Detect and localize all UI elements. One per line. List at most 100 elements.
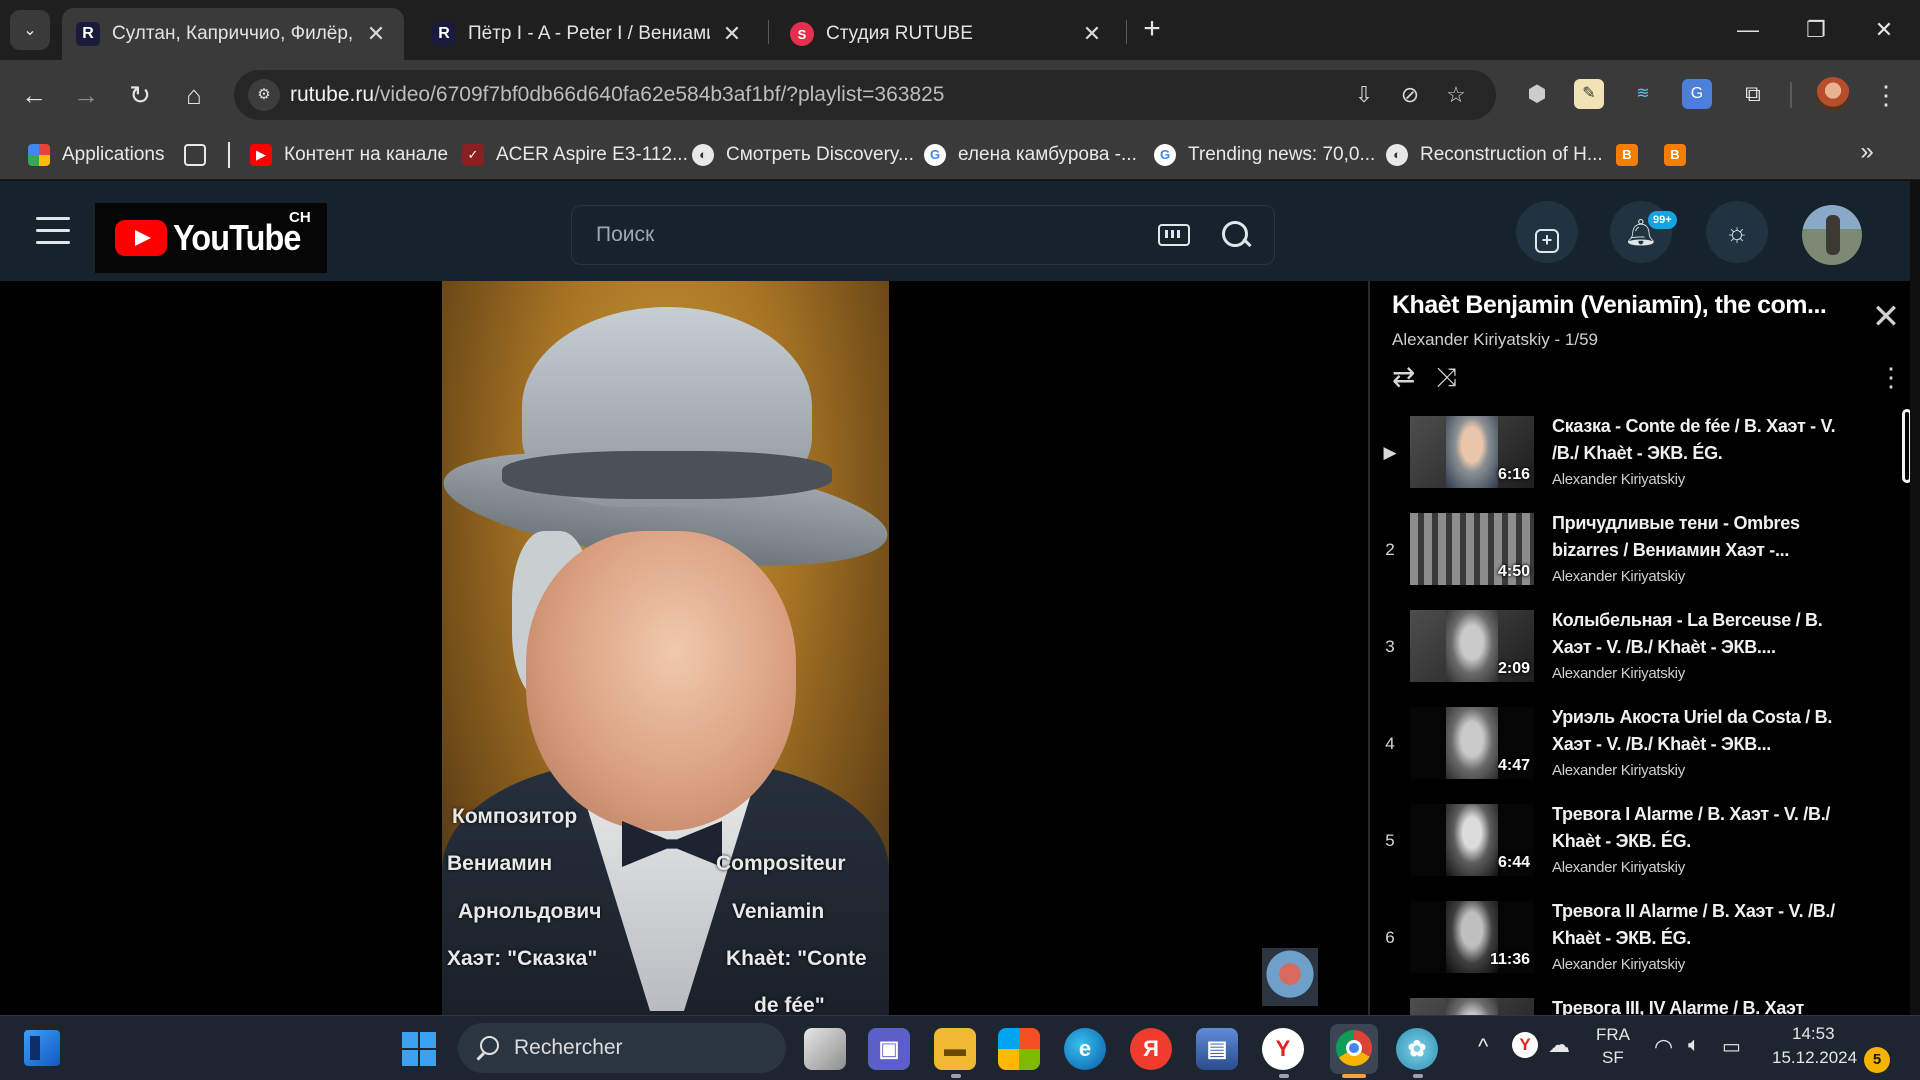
upload-button[interactable]: + <box>1516 201 1578 263</box>
tab-close-icon[interactable]: ✕ <box>1078 21 1106 47</box>
address-bar[interactable]: ⚙ rutube.ru/video/6709f7bf0db66d640fa62e… <box>234 70 1496 120</box>
playlist-item-index: 5 <box>1385 831 1395 850</box>
bookmark-discovery[interactable]: ◐ Смотреть Discovery... <box>692 140 914 170</box>
theme-toggle-button[interactable]: ☼ <box>1706 201 1768 263</box>
extension-translate-icon[interactable]: ≋ <box>1628 79 1658 109</box>
blogger-icon: B <box>1616 144 1638 166</box>
remote-desktop-icon[interactable]: ▤ <box>1196 1028 1238 1070</box>
extensions-puzzle-icon[interactable]: ⧉ <box>1738 79 1768 109</box>
bookmarks-overflow-chevron-icon[interactable]: » <box>1852 138 1882 170</box>
bookmark-blogger-2[interactable]: B <box>1664 140 1698 170</box>
site-info-tune-icon[interactable]: ⚙ <box>248 79 280 111</box>
tray-cloud-icon[interactable]: ☁ <box>1548 1032 1570 1058</box>
window-minimize-button[interactable]: — <box>1718 8 1778 52</box>
wifi-icon[interactable]: ◠ <box>1654 1034 1673 1060</box>
playlist-item[interactable]: 4 4:47 Уриэль Акоста Uriel da Costa / В.… <box>1370 704 1890 798</box>
language-indicator[interactable]: FRA <box>1596 1025 1630 1045</box>
playlist-item[interactable]: 5 6:44 Тревога I Alarme / В. Хаэт - V. /… <box>1370 801 1890 895</box>
bookmark-reconstruction[interactable]: ◐ Reconstruction of H... <box>1386 140 1603 170</box>
teams-icon[interactable]: ▣ <box>868 1028 910 1070</box>
playlist-thumbnail: 4:47 <box>1410 707 1534 779</box>
search-input[interactable] <box>596 223 1116 247</box>
bookmark-acer[interactable]: ✓ ACER Aspire E3-112... <box>462 140 688 170</box>
tray-chevron-up-icon[interactable]: ^ <box>1478 1034 1488 1060</box>
rutube-studio-favicon-icon: S <box>790 22 814 46</box>
playlist-thumbnail <box>1410 998 1534 1015</box>
bookmark-trending[interactable]: G Trending news: 70,0... <box>1154 140 1375 170</box>
bookmark-kamburova[interactable]: G елена камбурова -... <box>924 140 1137 170</box>
bookmark-star-icon[interactable]: ☆ <box>1442 81 1470 109</box>
tab-search-chevron-icon[interactable]: ⌄ <box>10 10 50 50</box>
battery-icon[interactable]: ▭ <box>1722 1034 1741 1059</box>
notification-count-badge[interactable]: 5 <box>1864 1047 1890 1073</box>
browser-menu-dots-icon[interactable]: ⋮ <box>1872 77 1900 113</box>
url-text[interactable]: rutube.ru/video/6709f7bf0db66d640fa62e58… <box>290 83 945 107</box>
clock-time[interactable]: 14:53 <box>1792 1024 1835 1044</box>
extension-note-icon[interactable]: ✎ <box>1574 79 1604 109</box>
playlist-item[interactable]: 6 11:36 Тревога II Alarme / В. Хаэт - V.… <box>1370 898 1890 992</box>
yandex-browser-icon[interactable]: Y <box>1262 1028 1304 1070</box>
edge-icon[interactable]: e <box>1064 1028 1106 1070</box>
playlist-item[interactable]: 2 4:50 Причудливые тени - Ombres bizarre… <box>1370 510 1890 604</box>
volume-icon[interactable]: 🔈︎ <box>1688 1034 1700 1057</box>
playlist-title[interactable]: Khaèt Benjamin (Veniamīn), the com... <box>1392 291 1852 320</box>
hamburger-menu-icon[interactable] <box>36 217 70 245</box>
tray-yandex-icon[interactable]: Y <box>1512 1032 1538 1058</box>
reload-icon[interactable]: ↻ <box>118 73 162 117</box>
bookmark-blogger-1[interactable]: B <box>1616 140 1650 170</box>
bookmark-applications[interactable]: Applications <box>28 140 164 170</box>
playlist-close-icon[interactable]: ✕ <box>1870 300 1902 334</box>
microsoft-store-icon[interactable] <box>998 1028 1040 1070</box>
clock-date[interactable]: 15.12.2024 <box>1772 1048 1857 1068</box>
eye-slash-icon[interactable]: ⊘ <box>1396 81 1424 109</box>
window-close-button[interactable]: ✕ <box>1854 8 1914 52</box>
tab-rutube-studio[interactable]: S Студия RUTUBE ✕ <box>776 8 1120 60</box>
profile-avatar[interactable] <box>1816 77 1850 111</box>
playlist-item-author: Alexander Kiriyatskiy <box>1552 762 1685 779</box>
extension-shield-icon[interactable]: ⬢ <box>1522 79 1552 109</box>
tab-close-icon[interactable]: ✕ <box>718 21 746 47</box>
bookmark-kontent[interactable]: ▶ Контент на канале <box>250 140 448 170</box>
playlist-more-dots-icon[interactable]: ⋮ <box>1878 361 1904 393</box>
chrome-taskbar-button[interactable] <box>1330 1024 1378 1074</box>
keyboard-icon[interactable] <box>1158 224 1190 246</box>
playlist-item[interactable]: ▶ 6:16 Сказка - Conte de fée / В. Хаэт -… <box>1370 413 1890 507</box>
notifications-button[interactable]: 🔔︎ 99+ <box>1610 201 1677 263</box>
tab-peter-i[interactable]: R Пётр I - A - Peter I / Вениамин ✕ <box>418 8 760 60</box>
tab-close-icon[interactable]: ✕ <box>362 21 390 47</box>
back-arrow-icon[interactable]: ← <box>12 73 56 117</box>
channel-watermark-avatar[interactable] <box>1262 948 1318 1006</box>
taskbar-search[interactable]: Rechercher <box>458 1023 786 1073</box>
task-view-icon[interactable] <box>804 1028 846 1070</box>
video-duration: 4:50 <box>1497 563 1530 580</box>
video-player[interactable]: Композитор Вениамин Арнольдович Хаэт: "С… <box>0 281 1368 1015</box>
search-icon[interactable] <box>1220 219 1252 251</box>
new-tab-plus-icon[interactable]: + <box>1136 12 1168 48</box>
caption-ru-line: Вениамин <box>447 852 553 875</box>
playlist-item-title: Тревога III, IV Alarme / В. Хаэт <box>1552 998 1804 1015</box>
file-explorer-icon[interactable]: ▬ <box>934 1028 976 1070</box>
yandex-icon[interactable]: Я <box>1130 1028 1172 1070</box>
windows-start-icon[interactable] <box>402 1032 436 1066</box>
shuffle-icon[interactable]: ⤨ <box>1436 361 1468 393</box>
google-translate-icon[interactable]: G <box>1682 79 1712 109</box>
repeat-icon[interactable]: ⇄ <box>1392 361 1424 393</box>
channel-logo[interactable]: YouTube CH <box>95 203 327 273</box>
window-restore-button[interactable]: ❐ <box>1786 8 1846 52</box>
playlist-thumbnail: 6:44 <box>1410 804 1534 876</box>
playlist-item[interactable]: 7 Тревога III, IV Alarme / В. Хаэт <box>1370 995 1890 1015</box>
tab-separator <box>1126 20 1127 44</box>
user-avatar[interactable] <box>1802 205 1862 265</box>
toolbar-divider <box>1790 82 1792 108</box>
home-icon[interactable]: ⌂ <box>172 73 216 117</box>
all-bookmarks-grid-icon[interactable] <box>184 140 218 170</box>
caption-ru-line: Хаэт: "Сказка" <box>447 947 598 970</box>
playlist-scrollbar[interactable] <box>1902 409 1910 483</box>
video-duration: 6:44 <box>1497 854 1530 871</box>
tab-active[interactable]: R Султан, Каприччио, Филёр, Та ✕ <box>62 8 404 60</box>
install-app-icon[interactable]: ⇩ <box>1350 81 1378 109</box>
widgets-icon[interactable] <box>24 1030 60 1066</box>
playlist-item[interactable]: 3 2:09 Колыбельная - La Berceuse / В. Ха… <box>1370 607 1890 701</box>
paint-icon[interactable]: ✿ <box>1396 1028 1438 1070</box>
forward-arrow-icon[interactable]: → <box>64 73 108 117</box>
